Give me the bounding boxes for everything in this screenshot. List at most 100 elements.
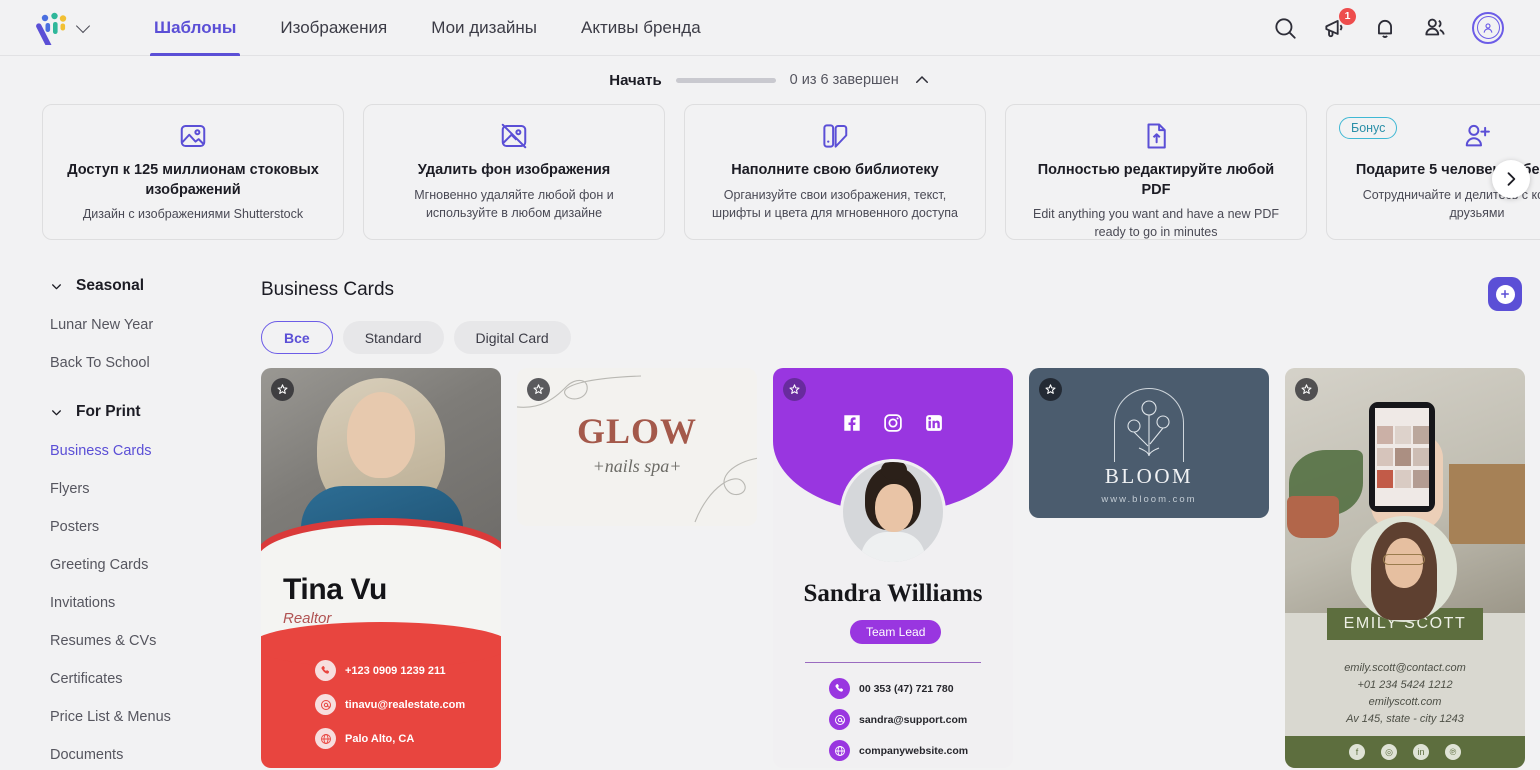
onboarding-card-title: Полностью редактируйте любой PDF bbox=[1022, 161, 1290, 200]
template-card[interactable]: GLOW +nails spa+ bbox=[517, 368, 757, 526]
template-title: GLOW bbox=[517, 410, 757, 452]
onboarding-cards-strip: Доступ к 125 миллионам стоковых изображе… bbox=[0, 104, 1540, 246]
onboarding-progress-bar bbox=[676, 78, 776, 83]
onboarding-title: Начать bbox=[609, 72, 661, 89]
sidebar-item-back-to-school[interactable]: Back To School bbox=[50, 355, 250, 371]
nav-actions: 1 bbox=[1272, 12, 1504, 44]
user-plus-icon bbox=[1462, 121, 1492, 151]
sidebar-item-business-cards[interactable]: Business Cards bbox=[50, 443, 250, 459]
instagram-icon bbox=[882, 412, 904, 434]
plus-circle-icon bbox=[1496, 285, 1515, 304]
pdf-upload-icon bbox=[1141, 121, 1171, 151]
template-phone: +01 234 5424 1212 bbox=[1285, 677, 1525, 694]
email-icon bbox=[829, 709, 850, 730]
facebook-icon: f bbox=[1349, 744, 1365, 760]
chevron-up-icon[interactable] bbox=[913, 71, 931, 89]
template-role: Team Lead bbox=[850, 620, 941, 644]
top-navigation-bar: Шаблоны Изображения Мои дизайны Активы б… bbox=[0, 0, 1540, 56]
onboarding-card-title: Наполните свою библиотеку bbox=[731, 161, 939, 181]
avatar-user-icon bbox=[1477, 16, 1500, 39]
globe-icon bbox=[315, 728, 336, 749]
star-badge-icon[interactable] bbox=[527, 378, 550, 401]
onboarding-card-library[interactable]: Наполните свою библиотеку Организуйте св… bbox=[684, 104, 986, 240]
onboarding-card-title: Доступ к 125 миллионам стоковых изображе… bbox=[59, 161, 327, 200]
sidebar-item-posters[interactable]: Posters bbox=[50, 519, 250, 535]
star-badge-icon[interactable] bbox=[1039, 378, 1062, 401]
template-card[interactable]: Tina Vu Realtor "Let me help you buy you… bbox=[261, 368, 501, 768]
onboarding-card-edit-pdf[interactable]: Полностью редактируйте любой PDF Edit an… bbox=[1005, 104, 1307, 240]
search-icon[interactable] bbox=[1272, 15, 1298, 41]
page-title: Business Cards bbox=[261, 279, 1540, 301]
pinterest-icon: ℗ bbox=[1445, 744, 1461, 760]
bonus-badge: Бонус bbox=[1339, 117, 1397, 139]
chevron-right-icon[interactable] bbox=[1492, 160, 1530, 198]
sidebar-group-label: For Print bbox=[76, 403, 141, 421]
sidebar-item-flyers[interactable]: Flyers bbox=[50, 481, 250, 497]
sidebar-item-lunar-new-year[interactable]: Lunar New Year bbox=[50, 317, 250, 333]
template-title: BLOOM bbox=[1029, 464, 1269, 489]
sidebar-item-invitations[interactable]: Invitations bbox=[50, 595, 250, 611]
nav-tab-brand-assets[interactable]: Активы бренда bbox=[559, 0, 723, 56]
sidebar-group-seasonal[interactable]: Seasonal bbox=[50, 277, 250, 295]
template-name: Sandra Williams bbox=[773, 580, 1013, 608]
onboarding-count-label: 0 из 6 завершен bbox=[790, 72, 899, 88]
template-avatar bbox=[1351, 516, 1457, 622]
chevron-down-icon bbox=[50, 280, 63, 293]
template-avatar bbox=[843, 462, 943, 562]
onboarding-card-title: Удалить фон изображения bbox=[418, 161, 610, 181]
avatar[interactable] bbox=[1472, 12, 1504, 44]
create-design-button[interactable] bbox=[1488, 277, 1522, 311]
phone-icon bbox=[315, 660, 336, 681]
template-email: tinavu@realestate.com bbox=[345, 699, 465, 711]
megaphone-icon[interactable]: 1 bbox=[1322, 15, 1348, 41]
filter-chip-digital-card[interactable]: Digital Card bbox=[454, 321, 571, 354]
onboarding-card-stock-images[interactable]: Доступ к 125 миллионам стоковых изображе… bbox=[42, 104, 344, 240]
brand-logo[interactable] bbox=[36, 11, 88, 45]
onboarding-card-subtitle: Организуйте свои изображения, текст, шри… bbox=[701, 186, 969, 222]
onboarding-card-subtitle: Edit anything you want and have a new PD… bbox=[1022, 205, 1290, 241]
sidebar-item-resumes-cvs[interactable]: Resumes & CVs bbox=[50, 633, 250, 649]
template-website: companywebsite.com bbox=[859, 745, 968, 757]
template-browser: Business Cards Все Standard Digital Card… bbox=[250, 255, 1540, 770]
chevron-down-icon[interactable] bbox=[76, 18, 90, 32]
onboarding-card-subtitle: Мгновенно удаляйте любой фон и используй… bbox=[380, 186, 648, 222]
filter-chips: Все Standard Digital Card bbox=[261, 321, 1540, 354]
phone-icon bbox=[829, 678, 850, 699]
notification-badge: 1 bbox=[1339, 8, 1356, 25]
image-remove-bg-icon bbox=[499, 121, 529, 151]
template-location: Palo Alto, CA bbox=[345, 733, 414, 745]
instagram-icon: ◎ bbox=[1381, 744, 1397, 760]
onboarding-card-remove-bg[interactable]: Удалить фон изображения Мгновенно удаляй… bbox=[363, 104, 665, 240]
nav-tab-templates[interactable]: Шаблоны bbox=[132, 0, 258, 56]
sidebar-item-greeting-cards[interactable]: Greeting Cards bbox=[50, 557, 250, 573]
nav-tab-my-designs[interactable]: Мои дизайны bbox=[409, 0, 559, 56]
template-grid: Tina Vu Realtor "Let me help you buy you… bbox=[261, 368, 1533, 770]
sidebar-group-for-print[interactable]: For Print bbox=[50, 403, 250, 421]
nav-tab-images[interactable]: Изображения bbox=[258, 0, 409, 56]
filter-chip-standard[interactable]: Standard bbox=[343, 321, 444, 354]
facebook-icon bbox=[841, 412, 863, 434]
template-name: Tina Vu bbox=[283, 573, 479, 607]
category-sidebar: Seasonal Lunar New Year Back To School F… bbox=[0, 255, 250, 770]
sidebar-group-label: Seasonal bbox=[76, 277, 144, 295]
globe-icon bbox=[829, 740, 850, 761]
people-icon[interactable] bbox=[1422, 15, 1448, 41]
bell-icon[interactable] bbox=[1372, 15, 1398, 41]
sidebar-item-price-list-menus[interactable]: Price List & Menus bbox=[50, 709, 250, 725]
template-email: sandra@support.com bbox=[859, 714, 967, 726]
template-card[interactable]: BLOOM www.bloom.com bbox=[1029, 368, 1269, 518]
chevron-down-icon bbox=[50, 406, 63, 419]
brand-logo-icon bbox=[36, 11, 72, 45]
filter-chip-all[interactable]: Все bbox=[261, 321, 333, 354]
image-icon bbox=[178, 121, 208, 151]
star-badge-icon[interactable] bbox=[271, 378, 294, 401]
template-website: emilyscott.com bbox=[1285, 694, 1525, 711]
sidebar-item-certificates[interactable]: Certificates bbox=[50, 671, 250, 687]
template-card[interactable]: Sandra Williams Team Lead 00 353 (47) 72… bbox=[773, 368, 1013, 768]
onboarding-card-subtitle: Дизайн с изображениями Shutterstock bbox=[83, 205, 303, 223]
sidebar-item-documents[interactable]: Documents bbox=[50, 747, 250, 763]
star-badge-icon[interactable] bbox=[1295, 378, 1318, 401]
template-address: Av 145, state - city 1243 bbox=[1285, 711, 1525, 728]
star-badge-icon[interactable] bbox=[783, 378, 806, 401]
template-card[interactable]: EMILY SCOTT emily.scott@contact.com +01 … bbox=[1285, 368, 1525, 768]
